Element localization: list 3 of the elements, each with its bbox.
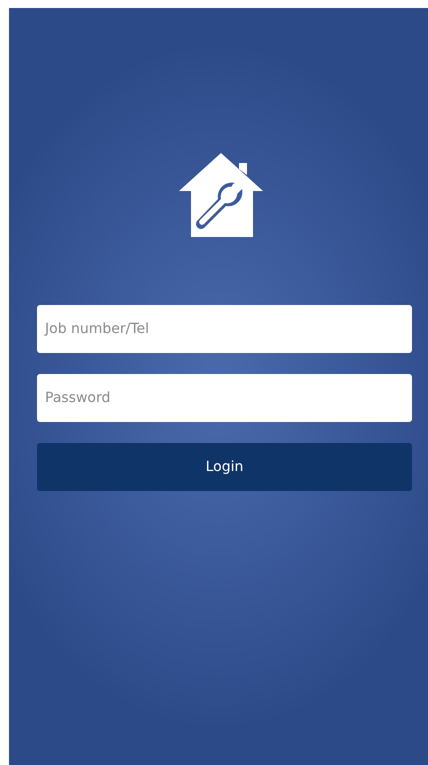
login-button[interactable]: Login <box>37 443 412 491</box>
password-field[interactable]: Password <box>37 374 412 422</box>
job-number-field[interactable]: Job number/Tel <box>37 305 412 353</box>
